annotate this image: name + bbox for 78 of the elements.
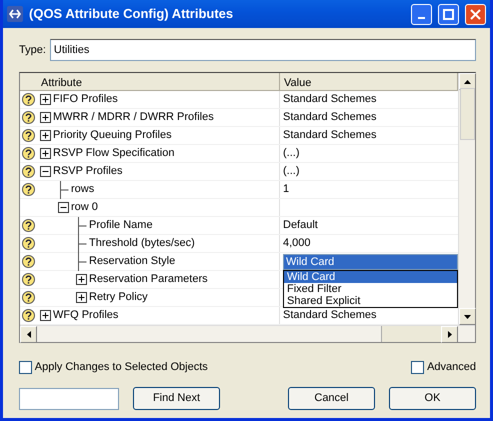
attribute-value: Default (283, 218, 318, 234)
attribute-value: Standard Schemes (283, 128, 377, 144)
horizontal-scrollbar[interactable] (20, 325, 475, 342)
attribute-value: Standard Schemes (283, 110, 377, 126)
find-next-button[interactable]: Find Next (133, 387, 220, 410)
close-button[interactable] (465, 4, 486, 24)
tree-line (76, 252, 87, 270)
minimize-icon (418, 16, 425, 18)
attribute-name: WFQ Profiles (52, 308, 118, 324)
type-label: Type: (19, 42, 46, 58)
value-field[interactable]: Wild Card (283, 254, 458, 270)
help-icon[interactable] (22, 129, 35, 142)
expand-icon[interactable] (40, 130, 51, 141)
attribute-value: 1 (283, 182, 290, 198)
expand-icon[interactable] (40, 148, 51, 159)
attribute-value: 4,000 (283, 236, 311, 252)
expand-icon[interactable] (40, 310, 51, 321)
checkbox[interactable] (19, 360, 32, 374)
cancel-button[interactable]: Cancel (288, 387, 375, 410)
attribute-value: (...) (283, 146, 300, 162)
type-field[interactable]: Utilities (50, 39, 476, 61)
attribute-name: Priority Queuing Profiles (52, 128, 172, 144)
column-header: Attribute (20, 73, 280, 90)
attribute-name: rows (70, 182, 94, 198)
vertical-scrollbar[interactable] (458, 73, 475, 325)
expand-icon[interactable] (40, 112, 51, 123)
attribute-value: (...) (283, 164, 300, 180)
scroll-up-icon[interactable] (464, 80, 470, 84)
window-title: (QOS Attribute Config) Attributes (29, 5, 234, 24)
dropdown-option[interactable]: Fixed Filter (284, 283, 457, 295)
dropdown-option[interactable]: Shared Explicit (284, 295, 457, 307)
dropdown-option[interactable]: Wild Card (284, 271, 457, 283)
attribute-name: Profile Name (88, 218, 153, 234)
help-icon[interactable] (22, 183, 35, 196)
expand-icon[interactable] (76, 292, 87, 303)
maximize-button[interactable] (438, 4, 459, 24)
checkbox[interactable] (411, 360, 424, 374)
app-icon (7, 6, 23, 22)
collapse-icon[interactable] (40, 166, 51, 177)
attribute-name: Reservation Parameters (88, 272, 208, 288)
scroll-left-icon[interactable] (26, 331, 30, 338)
checkbox-label: Apply Changes to Selected Objects (34, 360, 208, 375)
attribute-value: Standard Schemes (283, 92, 377, 108)
help-icon[interactable] (22, 93, 35, 106)
help-icon[interactable] (22, 111, 35, 124)
help-icon[interactable] (22, 291, 35, 304)
attribute-name: MWRR / MDRR / DWRR Profiles (52, 110, 214, 126)
help-icon[interactable] (22, 219, 35, 232)
checkbox-label: Advanced (427, 360, 476, 375)
scroll-down-icon[interactable] (464, 314, 470, 318)
attribute-name: RSVP Profiles (52, 164, 122, 180)
attribute-name: Retry Policy (88, 290, 148, 306)
maximize-icon (443, 8, 454, 20)
attribute-name: Reservation Style (88, 254, 176, 270)
minimize-button[interactable] (411, 4, 432, 24)
close-icon (470, 8, 481, 20)
help-icon[interactable] (22, 165, 35, 178)
search-field[interactable] (19, 388, 119, 410)
expand-icon[interactable] (76, 274, 87, 285)
attribute-value: Standard Schemes (283, 308, 377, 324)
scroll-right-icon[interactable] (448, 331, 452, 338)
attribute-name: row 0 (70, 200, 98, 216)
attribute-name: Threshold (bytes/sec) (88, 236, 195, 252)
ok-button[interactable]: OK (389, 387, 476, 410)
attribute-name: FIFO Profiles (52, 92, 118, 108)
tree-line (76, 216, 87, 234)
expand-icon[interactable] (40, 94, 51, 105)
scroll-thumb[interactable] (460, 88, 474, 140)
help-icon[interactable] (22, 309, 35, 322)
tree-line (76, 234, 87, 252)
attribute-name: RSVP Flow Specification (52, 146, 174, 162)
tree-line (58, 180, 69, 198)
help-icon[interactable] (22, 147, 35, 160)
help-icon[interactable] (22, 237, 35, 250)
scroll-thumb[interactable] (381, 326, 441, 342)
help-icon[interactable] (22, 273, 35, 286)
help-icon[interactable] (22, 255, 35, 268)
collapse-icon[interactable] (58, 202, 69, 213)
